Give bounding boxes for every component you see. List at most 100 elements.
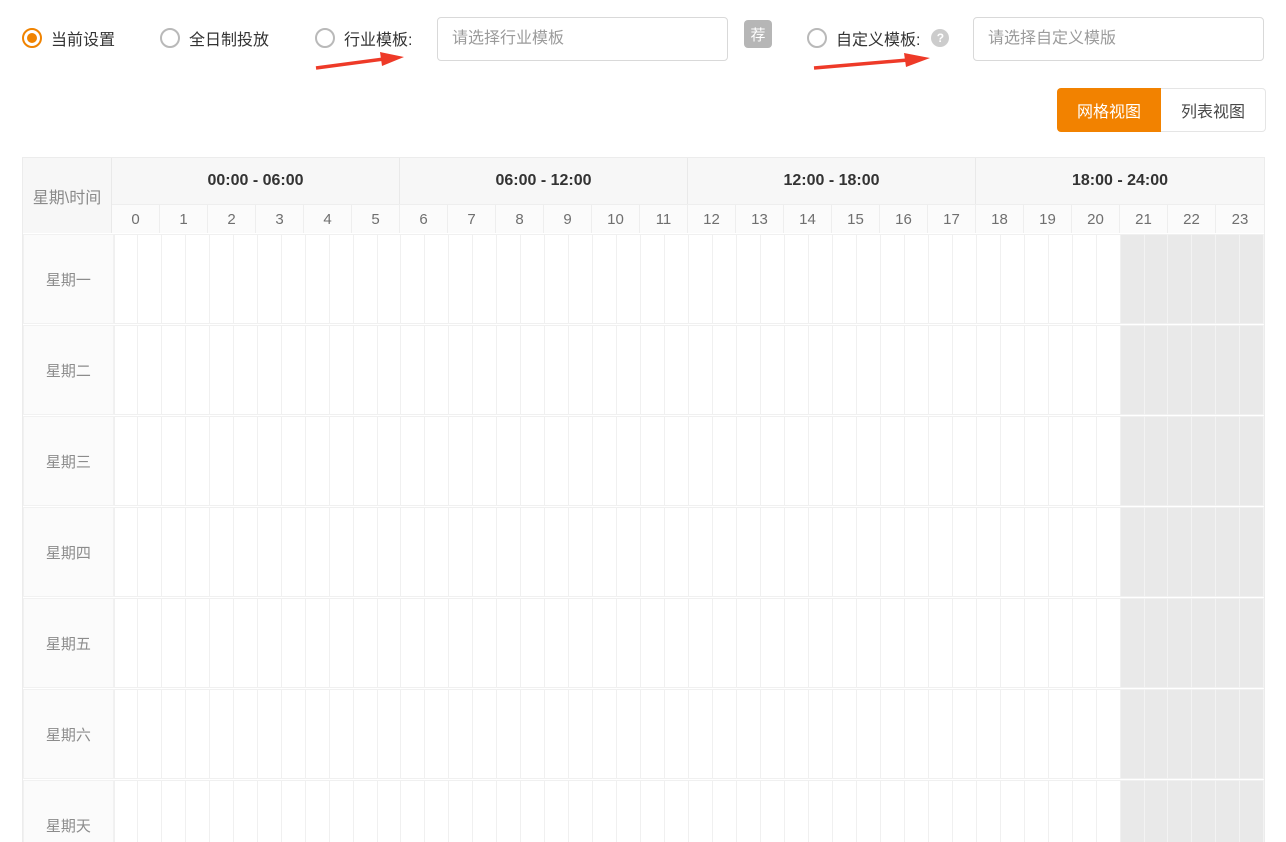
time-slot[interactable] <box>258 780 282 842</box>
time-slot[interactable] <box>1240 780 1264 842</box>
time-slot[interactable] <box>929 234 953 324</box>
time-slot[interactable] <box>354 325 378 415</box>
time-slot[interactable] <box>1145 416 1169 506</box>
time-slot[interactable] <box>617 325 641 415</box>
time-slot[interactable] <box>210 598 234 688</box>
time-slot[interactable] <box>593 689 617 779</box>
radio-circle[interactable] <box>160 28 180 48</box>
tab-list-view[interactable]: 列表视图 <box>1161 88 1266 132</box>
time-slot[interactable] <box>330 689 354 779</box>
time-slot[interactable] <box>473 689 497 779</box>
time-slot[interactable] <box>857 416 881 506</box>
time-slot[interactable] <box>234 780 258 842</box>
time-slot[interactable] <box>449 689 473 779</box>
time-slot[interactable] <box>330 780 354 842</box>
time-slot[interactable] <box>857 507 881 597</box>
time-slot[interactable] <box>234 507 258 597</box>
time-slot[interactable] <box>425 598 449 688</box>
time-slot[interactable] <box>665 416 689 506</box>
time-slot[interactable] <box>1121 325 1145 415</box>
time-slot[interactable] <box>929 416 953 506</box>
time-slot[interactable] <box>881 689 905 779</box>
time-slot[interactable] <box>378 234 402 324</box>
time-slot[interactable] <box>569 507 593 597</box>
time-slot[interactable] <box>1097 598 1121 688</box>
time-slot[interactable] <box>593 780 617 842</box>
time-slot[interactable] <box>378 507 402 597</box>
time-slot[interactable] <box>114 598 138 688</box>
time-slot[interactable] <box>210 325 234 415</box>
time-slot[interactable] <box>953 325 977 415</box>
time-slot[interactable] <box>354 598 378 688</box>
time-slot[interactable] <box>785 416 809 506</box>
time-slot[interactable] <box>138 689 162 779</box>
time-slot[interactable] <box>138 234 162 324</box>
time-slot[interactable] <box>378 598 402 688</box>
time-slot[interactable] <box>857 780 881 842</box>
time-slot[interactable] <box>785 689 809 779</box>
time-slot[interactable] <box>713 689 737 779</box>
time-slot[interactable] <box>1097 689 1121 779</box>
time-slot[interactable] <box>809 689 833 779</box>
time-slot[interactable] <box>497 780 521 842</box>
tab-grid-view[interactable]: 网格视图 <box>1057 88 1161 132</box>
time-slot[interactable] <box>761 234 785 324</box>
time-slot[interactable] <box>449 325 473 415</box>
time-slot[interactable] <box>689 325 713 415</box>
time-slot[interactable] <box>665 234 689 324</box>
time-slot[interactable] <box>737 598 761 688</box>
time-slot[interactable] <box>1192 325 1216 415</box>
time-slot[interactable] <box>258 507 282 597</box>
time-slot[interactable] <box>401 780 425 842</box>
time-slot[interactable] <box>1121 689 1145 779</box>
time-slot[interactable] <box>785 325 809 415</box>
time-slot[interactable] <box>282 598 306 688</box>
time-slot[interactable] <box>929 780 953 842</box>
time-slot[interactable] <box>881 780 905 842</box>
time-slot[interactable] <box>449 234 473 324</box>
time-slot[interactable] <box>114 780 138 842</box>
time-slot[interactable] <box>114 234 138 324</box>
time-slot[interactable] <box>354 234 378 324</box>
time-slot[interactable] <box>761 598 785 688</box>
time-slot[interactable] <box>617 598 641 688</box>
time-slot[interactable] <box>617 689 641 779</box>
time-slot[interactable] <box>1025 598 1049 688</box>
time-slot[interactable] <box>929 507 953 597</box>
time-slot[interactable] <box>521 598 545 688</box>
time-slot[interactable] <box>1240 598 1264 688</box>
time-slot[interactable] <box>641 780 665 842</box>
time-slot[interactable] <box>569 416 593 506</box>
time-slot[interactable] <box>1073 325 1097 415</box>
time-slot[interactable] <box>713 598 737 688</box>
time-slot[interactable] <box>857 325 881 415</box>
time-slot[interactable] <box>545 234 569 324</box>
time-slot[interactable] <box>713 234 737 324</box>
time-slot[interactable] <box>545 416 569 506</box>
time-slot[interactable] <box>833 234 857 324</box>
time-slot[interactable] <box>881 598 905 688</box>
time-slot[interactable] <box>473 325 497 415</box>
time-slot[interactable] <box>234 325 258 415</box>
time-slot[interactable] <box>210 780 234 842</box>
time-slot[interactable] <box>186 416 210 506</box>
time-slot[interactable] <box>1097 780 1121 842</box>
time-slot[interactable] <box>162 234 186 324</box>
time-slot[interactable] <box>929 689 953 779</box>
time-slot[interactable] <box>881 507 905 597</box>
time-slot[interactable] <box>809 780 833 842</box>
time-slot[interactable] <box>1097 416 1121 506</box>
time-slot[interactable] <box>1073 416 1097 506</box>
time-slot[interactable] <box>929 325 953 415</box>
time-slot[interactable] <box>425 234 449 324</box>
time-slot[interactable] <box>1001 507 1025 597</box>
time-slot[interactable] <box>497 234 521 324</box>
time-slot[interactable] <box>977 780 1001 842</box>
time-slot[interactable] <box>545 507 569 597</box>
time-slot[interactable] <box>282 507 306 597</box>
time-slot[interactable] <box>809 234 833 324</box>
time-slot[interactable] <box>641 598 665 688</box>
time-slot[interactable] <box>977 325 1001 415</box>
time-slot[interactable] <box>617 416 641 506</box>
radio-custom-template[interactable]: 自定义模板: ? <box>807 24 949 52</box>
